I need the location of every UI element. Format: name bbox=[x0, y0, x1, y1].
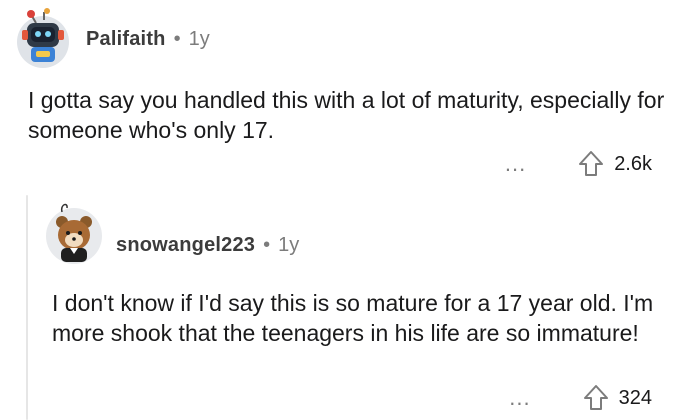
upvote-group: 2.6k bbox=[578, 150, 652, 178]
avatar[interactable] bbox=[14, 6, 72, 70]
username[interactable]: snowangel223 bbox=[116, 234, 255, 257]
username[interactable]: Palifaith bbox=[86, 28, 166, 51]
more-options-button[interactable]: ... bbox=[505, 153, 526, 175]
comment-meta: snowangel223 • 1y bbox=[116, 234, 299, 257]
upvote-group: 324 bbox=[583, 384, 652, 412]
comment-body: I don't know if I'd say this is so matur… bbox=[52, 290, 654, 346]
avatar[interactable] bbox=[40, 198, 104, 266]
comment-body: I gotta say you handled this with a lot … bbox=[28, 87, 665, 143]
more-options-button[interactable]: ... bbox=[509, 387, 530, 409]
comment-age: 1y bbox=[278, 234, 300, 256]
comment-actions: ... 2.6k bbox=[505, 150, 652, 178]
comment-actions: ... 324 bbox=[509, 384, 652, 412]
reply-comment: snowangel223 • 1y I don't know if I'd sa… bbox=[0, 190, 700, 420]
upvote-arrow-icon[interactable] bbox=[578, 150, 604, 178]
comment-meta: Palifaith • 1y bbox=[86, 28, 210, 51]
separator-dot: • bbox=[173, 28, 181, 50]
vote-score: 324 bbox=[618, 386, 652, 409]
upvote-arrow-icon[interactable] bbox=[583, 384, 609, 412]
bear-avatar-icon bbox=[46, 203, 102, 264]
comment-age: 1y bbox=[188, 28, 210, 50]
comment: Palifaith • 1y I gotta say you handled t… bbox=[0, 0, 700, 190]
vote-score: 2.6k bbox=[614, 152, 652, 175]
robot-avatar-icon bbox=[17, 8, 69, 68]
separator-dot: • bbox=[263, 234, 271, 256]
